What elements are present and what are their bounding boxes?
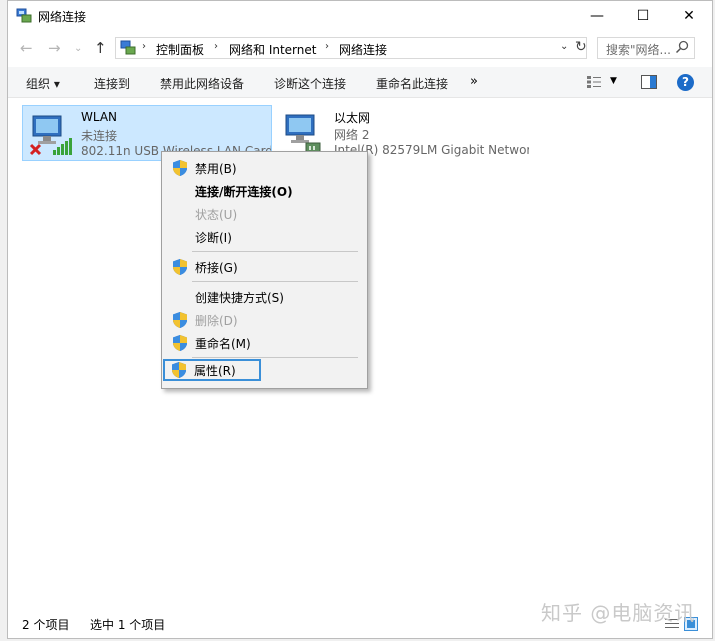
- search-box[interactable]: 搜索"网络...: [597, 37, 695, 59]
- menu-item-rename[interactable]: 重命名(M): [164, 332, 365, 354]
- breadcrumb-separator-icon: ›: [325, 41, 329, 52]
- breadcrumb-network-connections[interactable]: 网络连接: [339, 41, 387, 58]
- connection-status: 网络 2: [334, 128, 370, 142]
- connection-name: 以太网: [334, 111, 371, 125]
- organize-button[interactable]: 组织 ▾: [26, 75, 60, 92]
- connect-to-button[interactable]: 连接到: [94, 75, 130, 92]
- menu-item-label: 诊断(I): [195, 231, 232, 245]
- diagnose-connection-button[interactable]: 诊断这个连接: [274, 75, 346, 92]
- menu-separator: [192, 251, 358, 252]
- menu-separator: [192, 281, 358, 282]
- change-view-icon[interactable]: [586, 75, 602, 89]
- uac-shield-icon: [173, 259, 187, 275]
- menu-item-status: 状态(U): [164, 203, 365, 225]
- help-icon[interactable]: ?: [677, 74, 694, 91]
- more-commands-chevron-icon[interactable]: »: [470, 74, 478, 89]
- menu-item-label: 删除(D): [195, 314, 238, 328]
- menu-item-label: 重命名(M): [195, 337, 251, 351]
- uac-shield-icon: [173, 312, 187, 328]
- connection-status: 未连接: [81, 129, 118, 143]
- connection-name: WLAN: [81, 110, 118, 124]
- menu-item-delete: 删除(D): [164, 309, 365, 331]
- item-count: 2 个项目: [22, 618, 70, 632]
- address-dropdown-chevron-icon[interactable]: ⌄: [560, 41, 568, 52]
- command-bar: 组织 ▾ 连接到 禁用此网络设备 诊断这个连接 重命名此连接 » ▼ ?: [8, 67, 712, 98]
- menu-item-label: 桥接(G): [195, 261, 238, 275]
- menu-item-label: 禁用(B): [195, 162, 237, 176]
- menu-item-disable[interactable]: 禁用(B): [164, 157, 365, 179]
- minimize-button[interactable]: —: [574, 1, 620, 31]
- control-panel-icon: [120, 40, 136, 55]
- search-placeholder: 搜索"网络...: [606, 43, 671, 57]
- menu-item-properties[interactable]: 属性(R): [163, 359, 261, 381]
- menu-item-label: 连接/断开连接(O): [195, 185, 293, 199]
- breadcrumb-control-panel[interactable]: 控制面板: [156, 41, 204, 58]
- forward-arrow-icon[interactable]: →: [48, 39, 61, 57]
- wireless-adapter-disconnected-icon: [29, 115, 72, 156]
- uac-shield-icon: [173, 160, 187, 176]
- uac-shield-icon: [172, 362, 186, 378]
- watermark: 知乎 @电脑资讯: [541, 601, 696, 625]
- network-connections-icon: [16, 8, 32, 23]
- preview-pane-icon[interactable]: [641, 75, 657, 89]
- menu-item-bridge[interactable]: 桥接(G): [164, 256, 365, 278]
- uac-shield-icon: [173, 335, 187, 351]
- menu-item-label: 状态(U): [195, 208, 238, 222]
- up-arrow-icon[interactable]: ↑: [94, 39, 107, 57]
- close-button[interactable]: ✕: [666, 1, 712, 31]
- view-options-dropdown-icon[interactable]: ▼: [610, 76, 617, 86]
- menu-item-label: 创建快捷方式(S): [195, 291, 284, 305]
- maximize-button[interactable]: ☐: [620, 1, 666, 31]
- context-menu: 禁用(B) 连接/断开连接(O) 状态(U) 诊断(I) 桥接(G) 创建快捷方…: [161, 151, 368, 389]
- breadcrumb-network-internet[interactable]: 网络和 Internet: [229, 41, 316, 58]
- explorer-window: 网络连接 — ☐ ✕ ← → ⌄ ↑ › 控制面板 › 网络和 Internet…: [7, 0, 713, 639]
- menu-item-create-shortcut[interactable]: 创建快捷方式(S): [164, 286, 365, 308]
- ethernet-adapter-icon: [285, 114, 321, 154]
- breadcrumb-separator-icon: ›: [142, 41, 146, 52]
- title-bar: 网络连接 — ☐ ✕: [8, 1, 712, 31]
- navigation-bar: ← → ⌄ ↑ › 控制面板 › 网络和 Internet › 网络连接 ⌄ ↻…: [8, 33, 712, 63]
- disable-device-button[interactable]: 禁用此网络设备: [160, 75, 244, 92]
- menu-item-label: 属性(R): [194, 364, 236, 378]
- window-title: 网络连接: [38, 10, 87, 24]
- back-arrow-icon[interactable]: ←: [20, 39, 33, 57]
- refresh-icon[interactable]: ↻: [575, 39, 587, 55]
- breadcrumb-separator-icon: ›: [214, 41, 218, 52]
- menu-item-connect-disconnect[interactable]: 连接/断开连接(O): [164, 180, 365, 202]
- rename-connection-button[interactable]: 重命名此连接: [376, 75, 448, 92]
- search-icon: [675, 40, 689, 54]
- selected-count: 选中 1 个项目: [90, 618, 166, 632]
- address-bar[interactable]: › 控制面板 › 网络和 Internet › 网络连接 ⌄ ↻: [115, 37, 587, 59]
- recent-locations-chevron-icon[interactable]: ⌄: [74, 43, 82, 54]
- menu-item-diagnose[interactable]: 诊断(I): [164, 226, 365, 248]
- menu-separator: [192, 357, 358, 358]
